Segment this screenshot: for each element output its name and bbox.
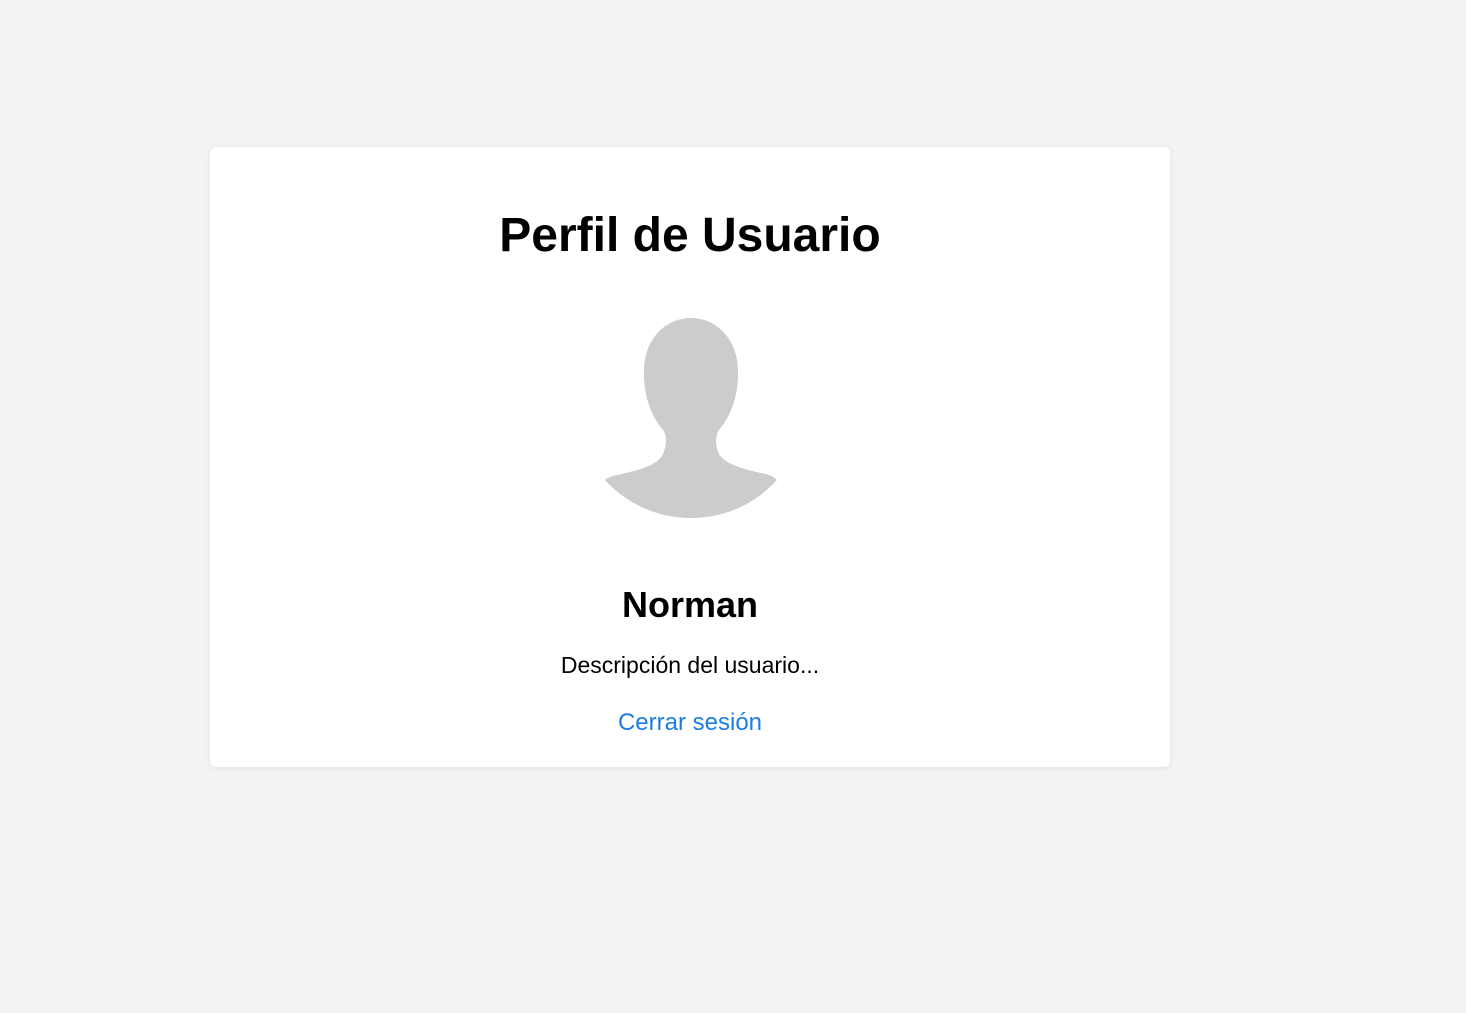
avatar-placeholder-icon (605, 318, 777, 518)
logout-link-row: Cerrar sesión (210, 709, 1170, 737)
logout-link[interactable]: Cerrar sesión (618, 709, 762, 736)
user-description: Descripción del usuario... (560, 652, 820, 678)
page-title: Perfil de Usuario (499, 209, 881, 262)
profile-card: Perfil de Usuario Norman Descripción del… (210, 147, 1170, 767)
user-name: Norman (621, 584, 759, 625)
